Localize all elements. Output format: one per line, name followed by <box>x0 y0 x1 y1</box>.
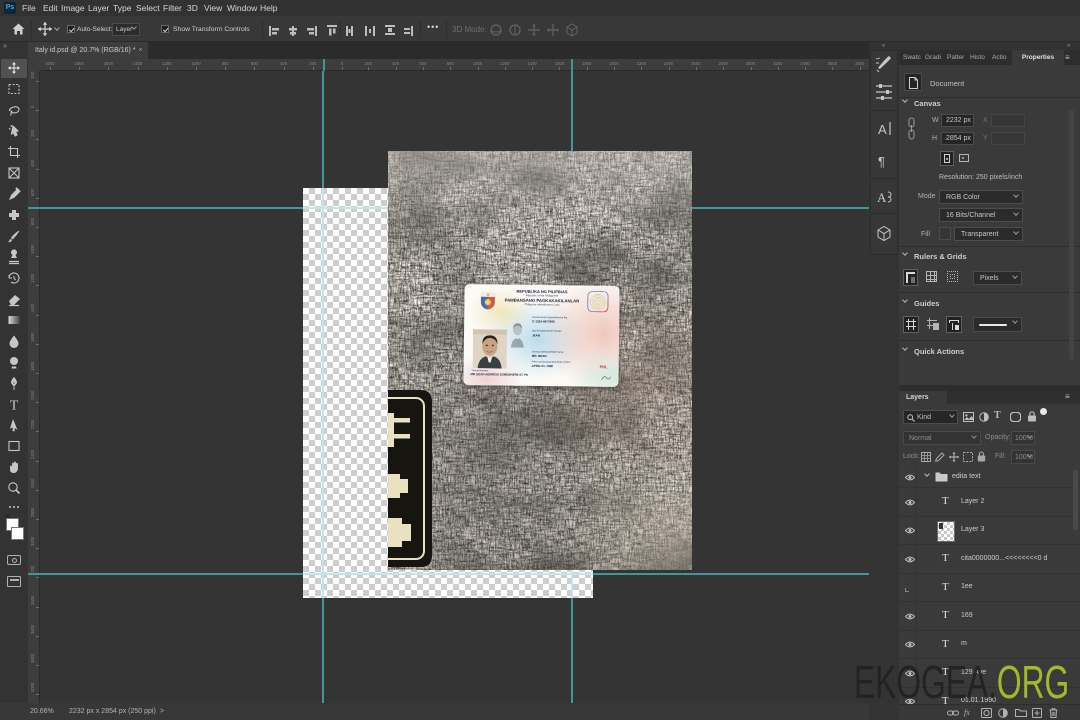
svg-text:¶: ¶ <box>878 154 885 169</box>
svg-text:A: A <box>878 122 887 137</box>
svg-text:T: T <box>10 399 19 414</box>
svg-text:A: A <box>877 190 887 205</box>
